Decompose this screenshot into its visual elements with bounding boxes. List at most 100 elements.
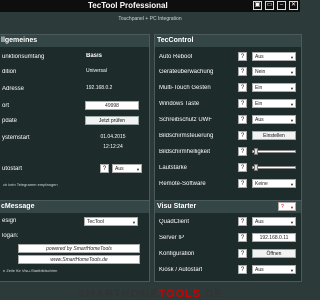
tc-row-volume: Lautstärke xyxy=(159,162,187,173)
design-label: esign xyxy=(2,218,17,224)
kiosk-autostart-label: Kiosk / Autostart xyxy=(159,266,203,273)
system-start-date: 01.04.2015 xyxy=(100,133,126,140)
tc-row-device-monitoring: Geräteüberwachung xyxy=(159,66,213,77)
volume-slider-knob[interactable] xyxy=(254,164,258,171)
windows-key-help-icon[interactable]: ? xyxy=(238,99,247,108)
visu-row-quadclient: QuadClient xyxy=(159,216,189,227)
autostart-select[interactable]: Aus ▼ xyxy=(112,164,142,173)
volume-label: Lautstärke xyxy=(159,164,188,171)
device-monitoring-help-icon[interactable]: ? xyxy=(238,67,247,76)
write-protect-label: Schreibschutz UWF xyxy=(159,116,213,123)
quadclient-label: QuadClient xyxy=(159,218,190,225)
design-select-value: TecTool xyxy=(87,218,104,225)
windows-key-select-value: Ein xyxy=(255,100,263,107)
configuration-help-icon[interactable]: ? xyxy=(238,249,247,258)
multitouch-select[interactable]: Ein ▼ xyxy=(252,83,296,92)
kiosk-select[interactable]: Aus ▼ xyxy=(252,265,296,274)
remote-software-select[interactable]: Keine ▼ xyxy=(252,179,296,188)
ip-address-value: 192.168.0.2 xyxy=(86,85,113,91)
server-ip-help-icon[interactable]: ? xyxy=(238,233,247,242)
screen-control-help-icon[interactable]: ? xyxy=(238,131,247,140)
brightness-label: Bildschirmhelligkeit xyxy=(159,148,211,155)
ip-address-label: Adresse xyxy=(2,85,25,92)
port-label: ort xyxy=(2,102,10,109)
check-update-button[interactable]: Jetzt prüfen xyxy=(85,116,139,125)
chevron-down-icon: ▼ xyxy=(290,205,294,210)
chevron-down-icon: ▼ xyxy=(290,220,294,225)
quadclient-select[interactable]: Aus ▼ xyxy=(252,217,296,226)
device-monitoring-select-value: Nein xyxy=(255,68,266,75)
tc-row-multitouch: Multi-Touch Gesten xyxy=(159,82,211,93)
server-ip-input[interactable]: 192.168.0.11 xyxy=(252,233,296,242)
edition-label: dition xyxy=(2,68,17,75)
remote-software-select-value: Keine xyxy=(255,180,268,187)
kiosk-select-value: Aus xyxy=(255,266,264,273)
title-bar: TecTool Professional ▣ ▭ – ✕ xyxy=(0,0,300,12)
auto-reboot-help-icon[interactable]: ? xyxy=(238,52,247,61)
chevron-down-icon: ▼ xyxy=(136,167,140,172)
brand-part-2: TOOLS xyxy=(158,288,202,300)
minimize-icon[interactable]: – xyxy=(277,1,286,10)
general-row-function: unktionsumfang xyxy=(2,51,44,62)
chevron-down-icon: ▼ xyxy=(290,182,294,187)
quadclient-help-icon[interactable]: ? xyxy=(238,217,247,226)
chevron-down-icon: ▼ xyxy=(290,118,294,123)
volume-slider[interactable] xyxy=(252,164,296,171)
visu-badge-value: ? xyxy=(281,203,284,210)
screen-control-button[interactable]: Einstellen xyxy=(252,131,296,140)
chevron-down-icon: ▼ xyxy=(290,86,294,91)
windows-key-label: Windows Taste xyxy=(159,100,200,107)
configuration-open-button[interactable]: Öffnen xyxy=(252,249,296,258)
window-icon[interactable]: ▣ xyxy=(253,1,262,10)
general-panel-title: llgemeines xyxy=(0,35,149,47)
multitouch-select-value: Ein xyxy=(255,84,263,91)
visu-row-configuration: Konfiguration xyxy=(159,248,194,259)
port-input[interactable]: 49998 xyxy=(85,101,139,110)
slogan-line-1-input[interactable]: powered by SmartHomeTools xyxy=(18,244,140,253)
message-note: e Zeile für Visu-Startbildschirm xyxy=(3,268,58,273)
system-start-label: ystemstart xyxy=(2,134,30,141)
screen-control-label: Bildschirmsteuerung xyxy=(159,132,214,139)
visu-badge-select[interactable]: ? ▼ xyxy=(278,202,296,211)
device-monitoring-label: Geräteüberwachung xyxy=(159,68,214,75)
close-icon[interactable]: ✕ xyxy=(289,1,298,10)
general-note: ch kein Telegramm empfangen xyxy=(3,182,58,187)
design-select[interactable]: TecTool ▼ xyxy=(84,217,138,226)
tc-row-brightness: Bildschirmhelligkeit xyxy=(159,146,210,157)
general-row-update: pdate xyxy=(2,115,17,126)
slogan-line-2-input[interactable]: www.SmartHomeTools.de xyxy=(18,255,140,264)
chevron-down-icon: ▼ xyxy=(290,268,294,273)
brightness-slider-knob[interactable] xyxy=(254,148,258,155)
auto-reboot-select[interactable]: Aus ▼ xyxy=(252,52,296,61)
windows-key-select[interactable]: Ein ▼ xyxy=(252,99,296,108)
window-subtitle: Touchpanel + PC Integration xyxy=(118,16,182,22)
general-row-edition: dition xyxy=(2,66,16,77)
multitouch-label: Multi-Touch Gesten xyxy=(159,84,211,91)
function-scope-value: Basis xyxy=(86,53,103,59)
remote-software-help-icon[interactable]: ? xyxy=(238,179,247,188)
autostart-help-icon[interactable]: ? xyxy=(100,164,109,173)
brand-part-3: .DE xyxy=(201,288,223,300)
server-ip-label: Server IP xyxy=(159,234,185,241)
tc-row-screen-control: Bildschirmsteuerung xyxy=(159,130,213,141)
kiosk-help-icon[interactable]: ? xyxy=(238,265,247,274)
volume-help-icon[interactable]: ? xyxy=(238,163,247,172)
general-row-autostart: utostart xyxy=(2,163,22,174)
monitor-icon[interactable]: ▭ xyxy=(265,1,274,10)
auto-reboot-select-value: Aus xyxy=(255,53,264,60)
brightness-slider[interactable] xyxy=(252,148,296,155)
multitouch-help-icon[interactable]: ? xyxy=(238,83,247,92)
write-protect-help-icon[interactable]: ? xyxy=(238,115,247,124)
autostart-select-value: Aus xyxy=(115,165,124,172)
device-monitoring-select[interactable]: Nein ▼ xyxy=(252,67,296,76)
brand-watermark: SMARTHOMETOOLS.DE xyxy=(0,288,300,300)
edition-value: Universal xyxy=(86,68,107,74)
tc-row-remote-software: Remote-Software xyxy=(159,178,206,189)
autostart-label: utostart xyxy=(2,165,23,172)
brightness-help-icon[interactable]: ? xyxy=(238,147,247,156)
tc-row-auto-reboot: Auto Reboot xyxy=(159,51,192,62)
system-start-time: 12:12:24 xyxy=(103,143,123,150)
configuration-label: Konfiguration xyxy=(159,250,195,257)
write-protect-select[interactable]: Aus ▼ xyxy=(252,115,296,124)
teccontrol-panel-title: TecControl xyxy=(155,35,301,47)
